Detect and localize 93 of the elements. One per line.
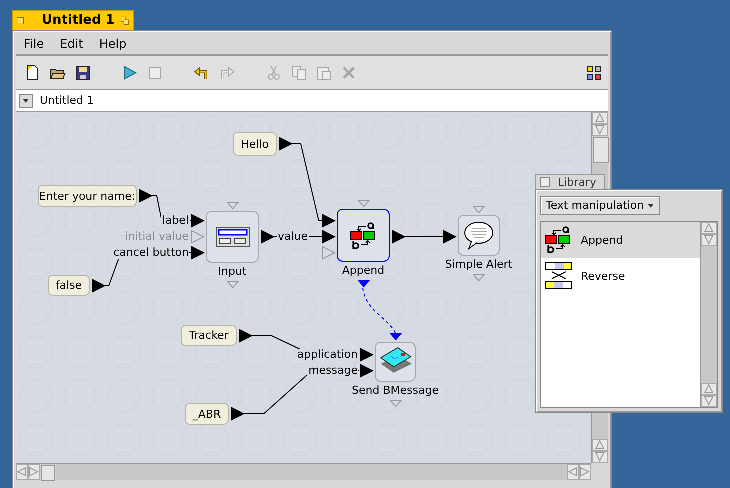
block-label: Send BMessage <box>352 384 439 397</box>
caret-icon <box>23 98 29 102</box>
block-label: Input <box>218 265 247 278</box>
reverse-icon <box>545 262 573 290</box>
function-block[interactable] <box>337 209 390 262</box>
port-arrow-icon[interactable] <box>322 214 336 228</box>
cross-icon <box>341 64 357 80</box>
menu-item[interactable]: Edit <box>52 37 92 51</box>
block-label: Simple Alert <box>445 258 513 271</box>
library-item[interactable]: Append <box>541 222 700 258</box>
port-arrow-icon[interactable] <box>360 348 374 362</box>
value-node[interactable]: false <box>48 275 90 296</box>
window-tab[interactable]: Library <box>535 174 605 189</box>
left-arrow-icon <box>17 467 27 477</box>
port-arrow-icon[interactable] <box>360 364 374 378</box>
function-block[interactable] <box>206 211 259 263</box>
block-label: Append <box>342 264 385 277</box>
menu-item[interactable]: File <box>16 37 52 51</box>
append-icon <box>350 222 378 250</box>
scroll-up-button[interactable] <box>701 222 717 234</box>
function-block[interactable] <box>375 342 416 382</box>
right-arrow-icon <box>580 467 590 477</box>
port-label: application <box>296 349 359 361</box>
value-node[interactable]: Enter your name: <box>38 185 137 207</box>
port-label: label <box>161 215 190 227</box>
scissors-icon <box>266 64 282 80</box>
stop-square-icon <box>147 64 163 80</box>
category-dropdown[interactable]: Text manipulation <box>540 196 660 215</box>
scroll-down-button[interactable] <box>701 395 717 407</box>
document-title: Untitled 1 <box>40 94 94 107</box>
value-node[interactable]: Tracker <box>181 325 237 346</box>
speech-bubble-icon <box>463 220 495 250</box>
down-arrow-icon <box>704 235 714 245</box>
close-box-icon[interactable] <box>540 177 550 187</box>
window-tab[interactable]: Untitled 1 <box>12 10 134 30</box>
up-arrow-icon <box>704 384 714 394</box>
item-name: Reverse <box>581 270 626 282</box>
copy-icon <box>291 64 307 80</box>
wire <box>404 236 444 238</box>
port-arrow-icon[interactable] <box>322 230 336 244</box>
port-arrow-icon[interactable] <box>443 230 457 244</box>
scroll-right-button[interactable] <box>28 464 40 480</box>
scroll-left-button[interactable] <box>567 464 579 480</box>
port-label: message <box>308 365 359 377</box>
trigger-wire <box>362 288 396 334</box>
window-title: Library <box>557 176 598 188</box>
scroll-up-button[interactable] <box>701 383 717 395</box>
port-arrow-icon[interactable] <box>92 278 106 292</box>
right-arrow-icon <box>29 467 39 477</box>
close-box-icon[interactable] <box>17 14 24 26</box>
clipboard-icon <box>316 64 332 80</box>
down-arrow-icon <box>704 396 714 406</box>
port-label: cancel button <box>112 247 190 259</box>
scroll-up-button[interactable] <box>592 112 608 124</box>
port-arrow-icon[interactable] <box>191 214 205 228</box>
scroll-thumb[interactable] <box>41 465 55 481</box>
port-arrow-icon[interactable] <box>279 137 293 151</box>
dialog-window-icon <box>216 227 250 247</box>
function-block[interactable] <box>458 215 500 256</box>
port-label: value <box>277 231 310 243</box>
caret-icon <box>648 204 654 208</box>
undo-icon <box>194 64 210 80</box>
trigger-port-icon[interactable] <box>358 280 370 288</box>
port-arrow-icon[interactable] <box>392 230 406 244</box>
port-arrow-icon[interactable] <box>231 407 245 421</box>
up-arrow-icon <box>595 440 605 450</box>
color-grid-icon <box>586 64 602 80</box>
port-arrow-icon[interactable] <box>191 246 205 260</box>
down-arrow-icon <box>595 125 605 135</box>
left-arrow-icon <box>568 467 578 477</box>
scroll-left-button[interactable] <box>16 464 28 480</box>
down-arrow-icon <box>595 452 605 462</box>
value-node[interactable]: Hello <box>233 132 277 156</box>
window-title: Untitled 1 <box>40 13 115 28</box>
new-file-icon <box>25 64 41 80</box>
menu-item[interactable]: Help <box>91 37 135 51</box>
scroll-up-button[interactable] <box>592 439 608 451</box>
scroll-down-button[interactable] <box>592 451 608 463</box>
play-icon <box>122 64 138 80</box>
scroll-thumb[interactable] <box>593 137 609 163</box>
up-arrow-icon <box>704 223 714 233</box>
append-icon <box>545 226 573 254</box>
scroll-down-button[interactable] <box>592 124 608 136</box>
port-arrow-icon[interactable] <box>261 230 275 244</box>
port-label: initial value <box>124 231 190 243</box>
scroll-down-button[interactable] <box>701 234 717 246</box>
redo-icon <box>219 64 235 80</box>
port-arrow-icon[interactable] <box>139 189 153 203</box>
item-name: Append <box>581 234 624 246</box>
value-node[interactable]: _ABR <box>185 403 229 425</box>
scroll-right-button[interactable] <box>579 464 591 480</box>
document-menu-button[interactable] <box>19 94 33 108</box>
port-arrow-icon[interactable] <box>239 328 253 342</box>
